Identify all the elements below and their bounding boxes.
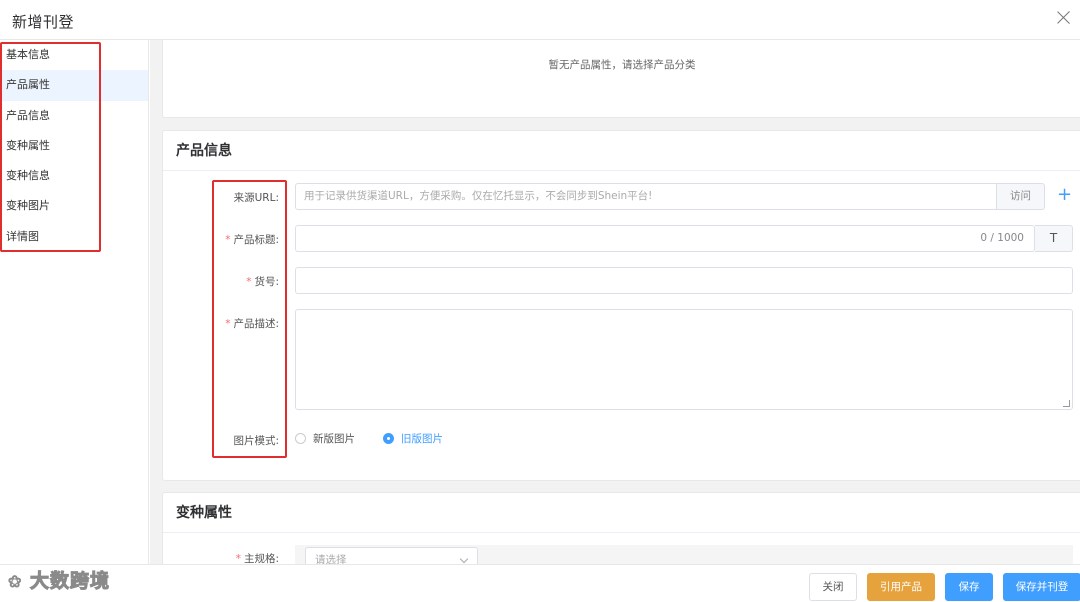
nav-item-detail-images[interactable]: 详情图 [0, 222, 148, 252]
radio-checked-icon [383, 432, 394, 444]
nav-item-product-attributes[interactable]: 产品属性 [0, 70, 148, 101]
required-mark: * [225, 318, 231, 330]
watermark-logo: ❀ 大数跨境 [7, 566, 111, 593]
close-button[interactable]: 关闭 [809, 573, 857, 601]
sku-row: * 货号: [163, 267, 1080, 295]
source-url-label: 来源URL: [233, 192, 279, 204]
dialog-title: 新增刊登 [12, 13, 75, 31]
sku-input[interactable] [295, 267, 1073, 294]
form-content: 暂无产品属性，请选择产品分类 产品信息 来源URL: 用于记录供货渠道URL，方… [150, 40, 1080, 564]
radio-old-images[interactable]: 旧版图片 [383, 432, 443, 446]
sku-label: 货号: [254, 276, 279, 288]
radio-new-images-label: 新版图片 [313, 433, 355, 445]
text-format-icon[interactable]: T [1035, 225, 1073, 252]
nav-item-variant-images[interactable]: 变种图片 [0, 191, 148, 221]
empty-attributes-text: 暂无产品属性，请选择产品分类 [548, 59, 696, 71]
variant-attributes-card: 变种属性 请选择 * 主规格: [162, 492, 1080, 564]
nav-item-product-info[interactable]: 产品信息 [0, 101, 148, 131]
required-mark: * [225, 234, 231, 246]
watermark-text: 大数跨境 [30, 570, 111, 593]
save-and-publish-button[interactable]: 保存并刊登 [1003, 573, 1080, 601]
product-info-card: 产品信息 来源URL: 用于记录供货渠道URL，方便采购。仅在忆托显示，不会同步… [162, 130, 1080, 481]
main-spec-label: 主规格: [243, 553, 279, 564]
main-spec-area: 请选择 [295, 545, 1073, 564]
source-url-input[interactable]: 用于记录供货渠道URL，方便采购。仅在忆托显示，不会同步到Shein平台! [295, 183, 997, 210]
nav-item-variant-attributes[interactable]: 变种属性 [0, 131, 148, 161]
radio-unchecked-icon [295, 432, 306, 444]
add-url-icon[interactable]: + [1057, 185, 1072, 205]
chevron-down-icon [459, 554, 469, 564]
save-button[interactable]: 保存 [945, 573, 993, 601]
nav-item-variant-info[interactable]: 变种信息 [0, 161, 148, 191]
title-char-counter: 0 / 1000 [980, 232, 1024, 244]
product-attributes-card: 暂无产品属性，请选择产品分类 [162, 40, 1080, 118]
resize-handle-icon[interactable] [1063, 400, 1070, 407]
radio-new-images[interactable]: 新版图片 [295, 432, 355, 446]
source-url-row: 来源URL: 用于记录供货渠道URL，方便采购。仅在忆托显示，不会同步到Shei… [163, 183, 1080, 211]
product-title-input[interactable]: 0 / 1000 [295, 225, 1035, 252]
description-label: 产品描述: [233, 318, 279, 330]
new-listing-dialog: 新增刊登 基本信息 产品属性 产品信息 变种属性 变种信息 变种图片 详情图 暂… [0, 0, 1080, 602]
product-title-row: * 产品标题: 0 / 1000 T [163, 225, 1080, 253]
reference-product-button[interactable]: 引用产品 [867, 573, 935, 601]
visit-button[interactable]: 访问 [997, 183, 1045, 210]
description-textarea[interactable] [295, 309, 1073, 410]
required-mark: * [246, 276, 252, 288]
dialog-footer: 关闭 引用产品 保存 保存并刊登 [0, 564, 1080, 602]
description-label-wrap: * 产品描述: [163, 316, 279, 331]
product-title-label-wrap: * 产品标题: [163, 232, 279, 247]
watermark-icon: ❀ [7, 572, 23, 592]
required-mark: * [235, 553, 241, 564]
product-title-label: 产品标题: [233, 234, 279, 246]
nav-item-basic-info[interactable]: 基本信息 [0, 40, 148, 70]
description-row: * 产品描述: [163, 309, 1080, 411]
main-spec-placeholder: 请选择 [315, 554, 347, 564]
radio-old-images-label: 旧版图片 [401, 433, 443, 445]
section-title-product-info: 产品信息 [163, 131, 1080, 171]
section-title-variant-attributes: 变种属性 [163, 493, 1080, 533]
main-spec-label-wrap: * 主规格: [163, 551, 279, 564]
close-icon[interactable] [1054, 8, 1074, 28]
image-mode-label: 图片模式: [233, 435, 279, 447]
section-nav: 基本信息 产品属性 产品信息 变种属性 变种信息 变种图片 详情图 [0, 40, 149, 564]
sku-label-wrap: * 货号: [163, 274, 279, 289]
image-mode-row: 图片模式: 新版图片 旧版图片 [163, 432, 1080, 448]
main-spec-select[interactable]: 请选择 [305, 547, 478, 564]
dialog-header: 新增刊登 [0, 0, 1080, 40]
